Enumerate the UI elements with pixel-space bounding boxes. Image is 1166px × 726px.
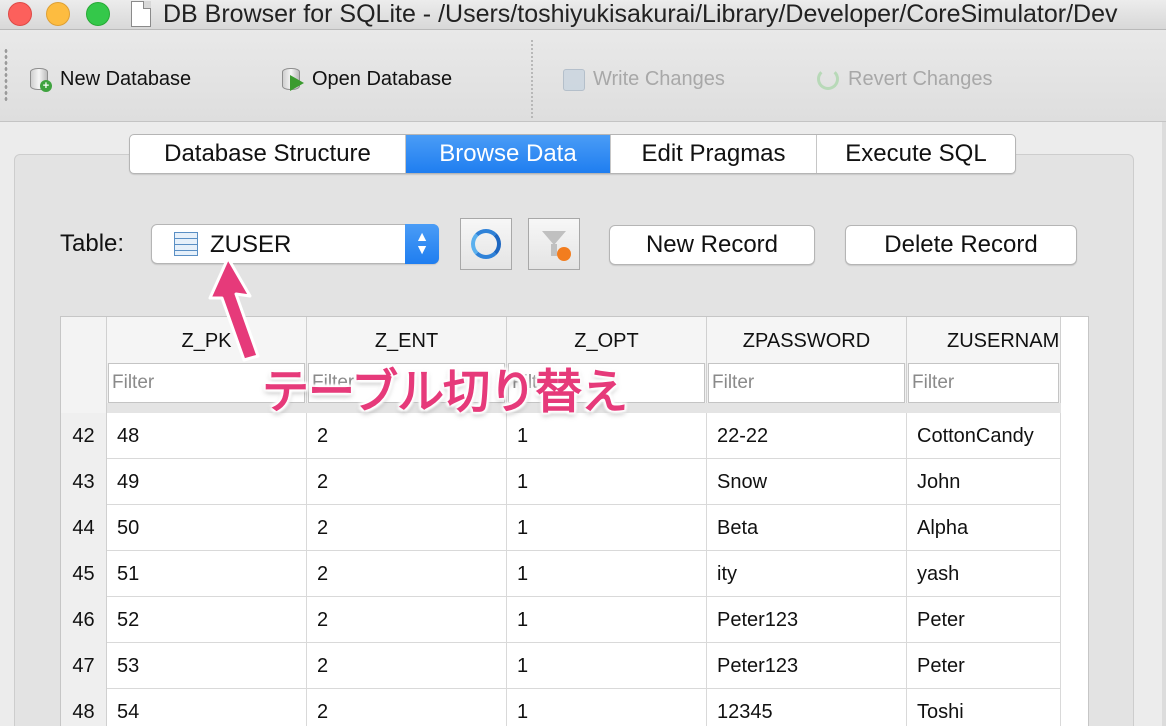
annotation-label: テーブル切り替え — [262, 365, 628, 420]
